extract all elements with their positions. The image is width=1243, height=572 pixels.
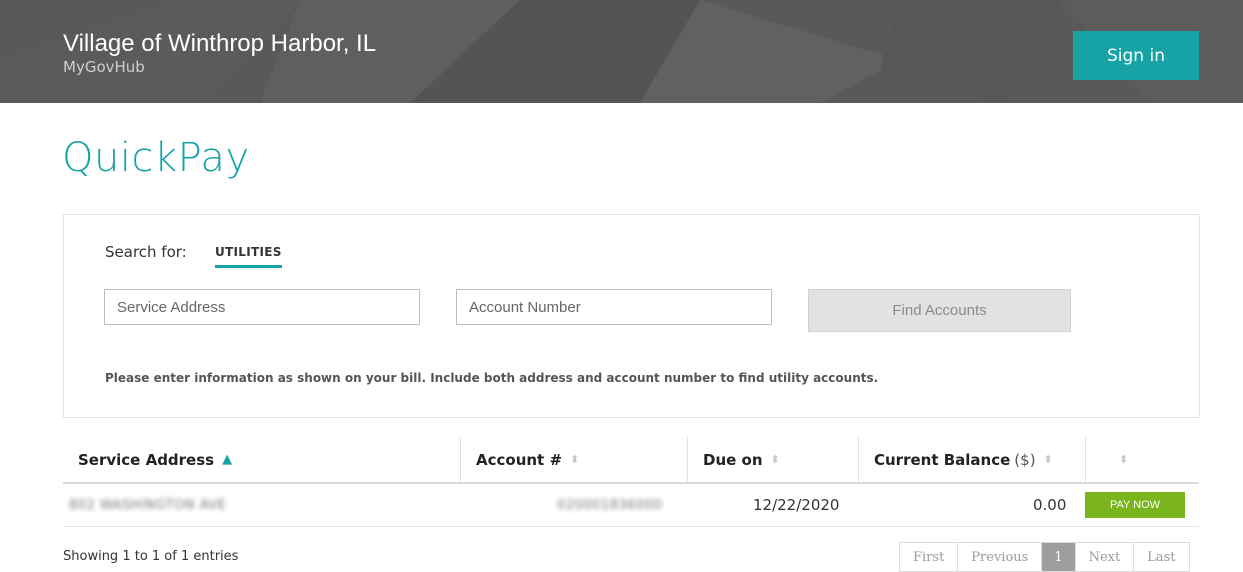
sort-ascending-icon: ▲ [222, 452, 233, 467]
sort-icon: ⬍ [570, 453, 580, 466]
pager-next[interactable]: Next [1076, 543, 1135, 571]
entries-info: Showing 1 to 1 of 1 entries [63, 549, 239, 564]
site-header: Village of Winthrop Harbor, IL MyGovHub … [0, 0, 1243, 103]
column-unit: ($) [1014, 450, 1036, 469]
site-subtitle: MyGovHub [63, 58, 145, 76]
column-account-number[interactable]: Account # ⬍ [476, 437, 579, 482]
sort-icon: ⬍ [1119, 453, 1129, 466]
service-address-input[interactable] [104, 289, 420, 325]
pagination: First Previous 1 Next Last [899, 542, 1190, 572]
column-label: Due on [703, 450, 763, 469]
column-action[interactable]: ⬍ [1111, 437, 1128, 482]
row-balance: 0.00 [1033, 496, 1067, 514]
column-divider [460, 437, 461, 482]
column-label: Current Balance [874, 450, 1011, 469]
accounts-table: Service Address ▲ Account # ⬍ Due on ⬍ C… [63, 437, 1199, 527]
pager-previous[interactable]: Previous [958, 543, 1043, 571]
sort-icon: ⬍ [1043, 453, 1053, 466]
row-account-number: 020001836000 [557, 497, 663, 513]
pager-first[interactable]: First [900, 543, 959, 571]
search-hint: Please enter information as shown on you… [105, 371, 879, 385]
column-divider [687, 437, 688, 482]
pager-page-1[interactable]: 1 [1042, 543, 1076, 571]
column-divider [858, 437, 859, 482]
table-header: Service Address ▲ Account # ⬍ Due on ⬍ C… [63, 437, 1199, 484]
page-title: QuickPay [62, 135, 250, 181]
sign-in-button[interactable]: Sign in [1073, 31, 1199, 80]
site-title[interactable]: Village of Winthrop Harbor, IL [63, 30, 376, 58]
find-accounts-button[interactable]: Find Accounts [808, 289, 1071, 332]
row-due-date: 12/22/2020 [753, 496, 840, 514]
search-panel: Search for: UTILITIES Find Accounts Plea… [63, 214, 1200, 418]
column-divider [1085, 437, 1086, 482]
account-number-input[interactable] [456, 289, 772, 325]
sort-icon: ⬍ [770, 453, 780, 466]
column-due-on[interactable]: Due on ⬍ [703, 437, 780, 482]
table-row: 802 WASHINGTON AVE 020001836000 12/22/20… [63, 484, 1199, 527]
column-service-address[interactable]: Service Address ▲ [78, 437, 232, 482]
pager-last[interactable]: Last [1134, 543, 1188, 571]
tab-utilities[interactable]: UTILITIES [215, 245, 282, 268]
pay-now-button[interactable]: PAY NOW [1085, 492, 1185, 518]
search-for-label: Search for: [105, 243, 187, 261]
row-service-address: 802 WASHINGTON AVE [69, 497, 227, 513]
column-current-balance[interactable]: Current Balance ($) ⬍ [874, 437, 1053, 482]
brand: Village of Winthrop Harbor, IL MyGovHub [63, 30, 376, 76]
column-label: Service Address [78, 450, 215, 469]
column-label: Account # [476, 450, 563, 469]
